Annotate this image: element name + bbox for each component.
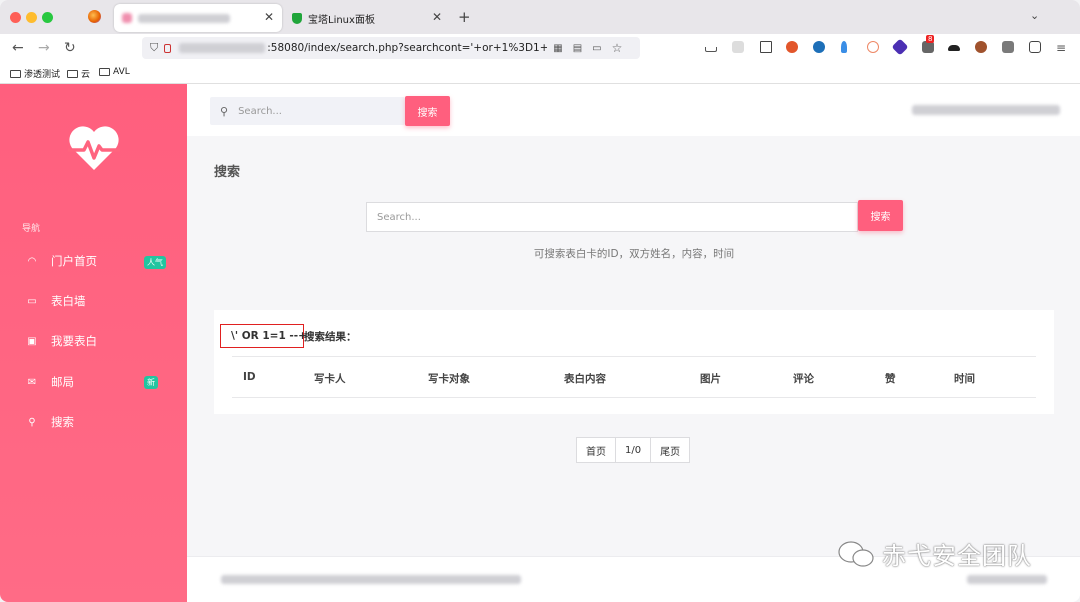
column-header: 图片 [700, 373, 721, 385]
extension-purple-icon[interactable] [891, 38, 909, 56]
globe-icon[interactable] [813, 41, 825, 53]
tab-title-redacted [138, 13, 230, 23]
extension-icon[interactable] [732, 41, 744, 53]
heart-pulse-logo-icon [68, 126, 120, 170]
user-info-redacted[interactable] [912, 105, 1060, 115]
footer-copyright-redacted [221, 575, 521, 584]
forward-arrow-icon[interactable]: → [38, 40, 50, 56]
gauge-icon: ◠ [27, 255, 37, 267]
pin-icon[interactable] [841, 41, 847, 53]
query-echo-highlight: \' OR 1=1 --+ [220, 324, 307, 348]
column-header: 时间 [954, 373, 975, 385]
top-header: ⚲ Search... 搜索 [187, 84, 1080, 136]
qr-code-icon[interactable]: ▦ [553, 43, 562, 54]
extension-badge-count: 8 [926, 35, 935, 43]
shield-icon[interactable]: ⛉ [150, 41, 158, 55]
column-header: 赞 [885, 373, 896, 385]
tab-list-chevron-icon[interactable]: ⌄ [1030, 9, 1039, 22]
page-title: 搜索 [214, 165, 241, 180]
close-window-button[interactable] [10, 12, 21, 23]
link-icon[interactable] [867, 41, 879, 53]
new-badge: 新 [144, 376, 158, 389]
web-page: 导航 ◠ 门户首页 人气 ▭ 表白墙 ▣ 我要表白 ✉ 邮局 新 ⚲ 搜索 ⚲ Sear [0, 84, 1080, 602]
wechat-icon [838, 540, 874, 567]
url-host-redacted [179, 43, 266, 53]
tab-bar: ✕ 宝塔Linux面板 ✕ + ⌄ [0, 0, 1080, 34]
heart-box-icon: ▣ [27, 335, 37, 347]
nav-section-label: 导航 [22, 224, 41, 234]
popular-badge: 人气 [144, 256, 166, 269]
header-search-button[interactable]: 搜索 [405, 96, 450, 126]
firefox-icon[interactable] [88, 10, 101, 23]
search-people-icon: ⚲ [28, 416, 36, 428]
folder-icon [99, 68, 110, 76]
extensions-puzzle-icon[interactable] [1029, 41, 1041, 53]
results-card: \' OR 1=1 --+ 搜索结果： ID 写卡人 写卡对象 表白内容 图片 … [214, 310, 1054, 414]
tab-close-icon[interactable]: ✕ [264, 10, 274, 24]
last-page-button[interactable]: 尾页 [651, 438, 689, 462]
tab-baota[interactable]: 宝塔Linux面板 ✕ [284, 4, 450, 32]
reader-view-icon[interactable]: ▤ [573, 43, 582, 54]
mail-icon: ✉ [27, 376, 37, 388]
robot-icon[interactable] [1002, 41, 1014, 53]
url-bar[interactable]: ⛉ :58080/index/search.php?searchcont='+o… [142, 37, 640, 59]
tab-title: 宝塔Linux面板 [308, 14, 375, 26]
column-header: 表白内容 [564, 373, 606, 385]
footer-links-redacted [967, 575, 1047, 584]
sidebar: 导航 ◠ 门户首页 人气 ▭ 表白墙 ▣ 我要表白 ✉ 邮局 新 ⚲ 搜索 [0, 84, 187, 602]
downloads-icon[interactable] [705, 47, 717, 52]
column-header: ID [243, 371, 256, 383]
header-search-input[interactable]: ⚲ Search... [210, 97, 405, 125]
search-icon: ⚲ [220, 104, 229, 118]
result-label: 搜索结果： [304, 330, 357, 343]
folder-icon [10, 69, 21, 78]
hat-icon[interactable] [948, 45, 960, 51]
back-arrow-icon[interactable]: ← [12, 40, 24, 56]
sidebar-item-home[interactable]: ◠ 门户首页 [26, 253, 97, 269]
bookmark-star-icon[interactable]: ☆ [612, 41, 623, 55]
minimize-window-button[interactable] [26, 12, 37, 23]
pagination: 首页 1/0 尾页 [576, 437, 691, 463]
extension-orange-icon[interactable] [786, 41, 798, 53]
wall-icon: ▭ [27, 295, 37, 307]
results-table-header: ID 写卡人 写卡对象 表白内容 图片 评论 赞 时间 [232, 356, 1036, 398]
bookmarks-bar: 渗透测试 云 AVL [0, 62, 1080, 84]
baota-shield-icon [292, 12, 302, 24]
watermark: 赤弋安全团队 [836, 536, 1032, 571]
bookmark-folder[interactable]: 云 [67, 67, 90, 80]
extension-badge-icon[interactable]: 8 [922, 35, 935, 53]
screenshot-icon[interactable]: ▭ [592, 43, 601, 54]
column-header: 评论 [793, 373, 814, 385]
reload-icon[interactable]: ↻ [64, 40, 76, 56]
menu-hamburger-icon[interactable]: ≡ [1056, 41, 1066, 55]
tab-active[interactable]: ✕ [114, 4, 282, 32]
browser-window: ✕ 宝塔Linux面板 ✕ + ⌄ ← → ↻ ⛉ :58080/index/s… [0, 0, 1080, 602]
navigation-bar: ← → ↻ ⛉ :58080/index/search.php?searchco… [0, 34, 1080, 62]
cookie-icon[interactable] [975, 41, 987, 53]
result-heading: \' OR 1=1 --+ 搜索结果： [220, 324, 357, 348]
search-hint: 可搜索表白卡的ID，双方姓名，内容，时间 [533, 248, 735, 260]
tab-close-icon[interactable]: ✕ [432, 10, 442, 24]
folder-icon [67, 69, 78, 78]
bookmark-folder[interactable]: 渗透测试 [10, 67, 60, 80]
column-header: 写卡人 [314, 373, 346, 385]
column-header: 写卡对象 [428, 373, 470, 385]
main-search-button[interactable]: 搜索 [858, 200, 903, 231]
insecure-lock-icon[interactable] [164, 43, 172, 53]
main-search-input[interactable]: Search... [366, 202, 858, 232]
new-tab-icon[interactable]: + [458, 8, 471, 26]
sidebar-item-search[interactable]: ⚲ 搜索 [26, 414, 74, 430]
sidebar-item-mail[interactable]: ✉ 邮局 [26, 374, 74, 390]
bookmark-folder[interactable]: AVL [99, 67, 130, 77]
zoom-window-button[interactable] [42, 12, 53, 23]
tab-favicon-icon [122, 13, 132, 23]
url-text[interactable]: :58080/index/search.php?searchcont='+or+… [267, 42, 547, 54]
crop-icon[interactable] [760, 41, 772, 53]
sidebar-item-wall[interactable]: ▭ 表白墙 [26, 293, 85, 309]
first-page-button[interactable]: 首页 [577, 438, 616, 462]
sidebar-item-confess[interactable]: ▣ 我要表白 [26, 333, 97, 349]
page-indicator: 1/0 [616, 438, 652, 462]
